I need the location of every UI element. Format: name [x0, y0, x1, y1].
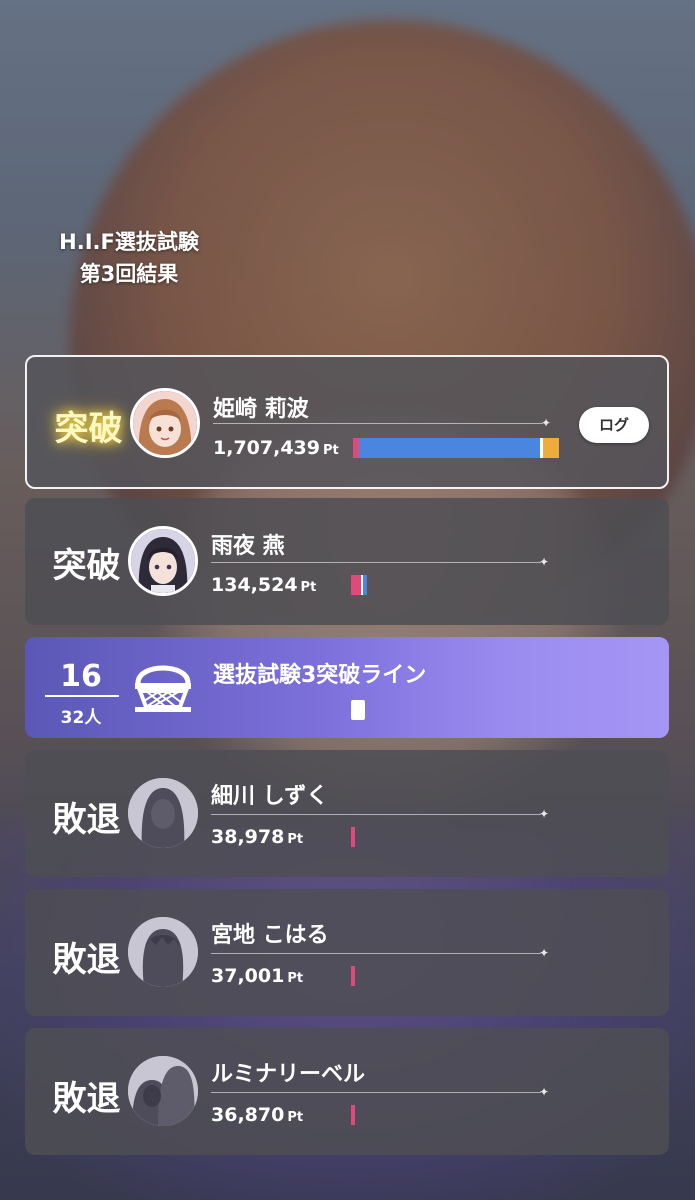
points-number: 134,524 — [211, 574, 298, 596]
avatar — [130, 388, 200, 458]
cutline-label: 選抜試験3突破ライン — [213, 663, 427, 688]
cutline-row: 16 32人 選抜試験3突破ライン — [25, 637, 669, 738]
page-title: H.I.F選抜試験 第3回結果 — [44, 226, 214, 290]
divider-line — [211, 814, 541, 815]
points-unit: Pt — [287, 971, 304, 986]
character-name: 雨夜 燕 — [211, 534, 285, 559]
sparkle-icon: ✦ — [539, 555, 550, 569]
sparkle-icon: ✦ — [539, 946, 550, 960]
points-number: 1,707,439 — [213, 437, 320, 459]
status-eliminated: 敗退 — [52, 800, 121, 840]
cutline-rank: 16 — [60, 659, 102, 694]
character-name: ルミナリーベル — [211, 1062, 366, 1087]
avatar — [128, 526, 198, 596]
points-bar — [353, 438, 559, 458]
sparkle-icon: ✦ — [539, 1085, 550, 1099]
status-pass: 突破 — [52, 546, 121, 586]
points-bar — [351, 966, 355, 986]
result-row-2[interactable]: 突破 雨夜 燕 ✦ 134,524 Pt — [25, 498, 669, 625]
points-value: 38,978 Pt — [211, 826, 303, 848]
log-button[interactable]: ログ — [579, 407, 649, 443]
title-line-2: 第3回結果 — [79, 262, 179, 286]
points-bar — [351, 1105, 355, 1125]
divider-line — [211, 953, 541, 954]
points-unit: Pt — [287, 832, 304, 847]
points-bar — [351, 575, 367, 595]
points-number: 38,978 — [211, 826, 285, 848]
points-bar — [351, 827, 355, 847]
sparkle-icon: ✦ — [539, 807, 550, 821]
points-value: 37,001 Pt — [211, 965, 303, 987]
points-number: 36,870 — [211, 1104, 285, 1126]
gate-icon — [135, 665, 191, 712]
character-name: 姫崎 莉波 — [213, 397, 309, 422]
cutline-total: 32人 — [60, 708, 102, 728]
silhouette-avatar — [128, 1056, 198, 1126]
status-eliminated: 敗退 — [52, 1079, 121, 1119]
points-value: 134,524 Pt — [211, 574, 316, 596]
status-pass: 突破 — [54, 409, 123, 449]
character-name: 宮地 こはる — [211, 923, 329, 948]
divider-line — [213, 423, 543, 424]
status-eliminated: 敗退 — [52, 940, 121, 980]
points-unit: Pt — [322, 443, 339, 458]
result-row-1[interactable]: 突破 姫崎 莉波 ✦ 1,707,439 Pt ログ — [25, 355, 669, 489]
result-row-4[interactable]: 敗退 宮地 こはる ✦ 37,001 Pt — [25, 889, 669, 1016]
points-value: 1,707,439 Pt — [213, 437, 339, 459]
result-row-3[interactable]: 敗退 細川 しずく ✦ 38,978 Pt — [25, 750, 669, 877]
cutline-marker — [351, 700, 365, 720]
silhouette-avatar — [128, 917, 198, 987]
rank-divider — [45, 695, 119, 697]
points-number: 37,001 — [211, 965, 285, 987]
points-unit: Pt — [287, 1110, 304, 1125]
points-unit: Pt — [300, 580, 317, 595]
points-value: 36,870 Pt — [211, 1104, 303, 1126]
character-name: 細川 しずく — [211, 784, 329, 809]
result-row-5[interactable]: 敗退 ルミナリーベル ✦ 36,870 Pt — [25, 1028, 669, 1155]
divider-line — [211, 562, 541, 563]
title-line-1: H.I.F選抜試験 — [59, 230, 199, 254]
silhouette-avatar — [128, 778, 198, 848]
divider-line — [211, 1092, 541, 1093]
sparkle-icon: ✦ — [541, 416, 552, 430]
